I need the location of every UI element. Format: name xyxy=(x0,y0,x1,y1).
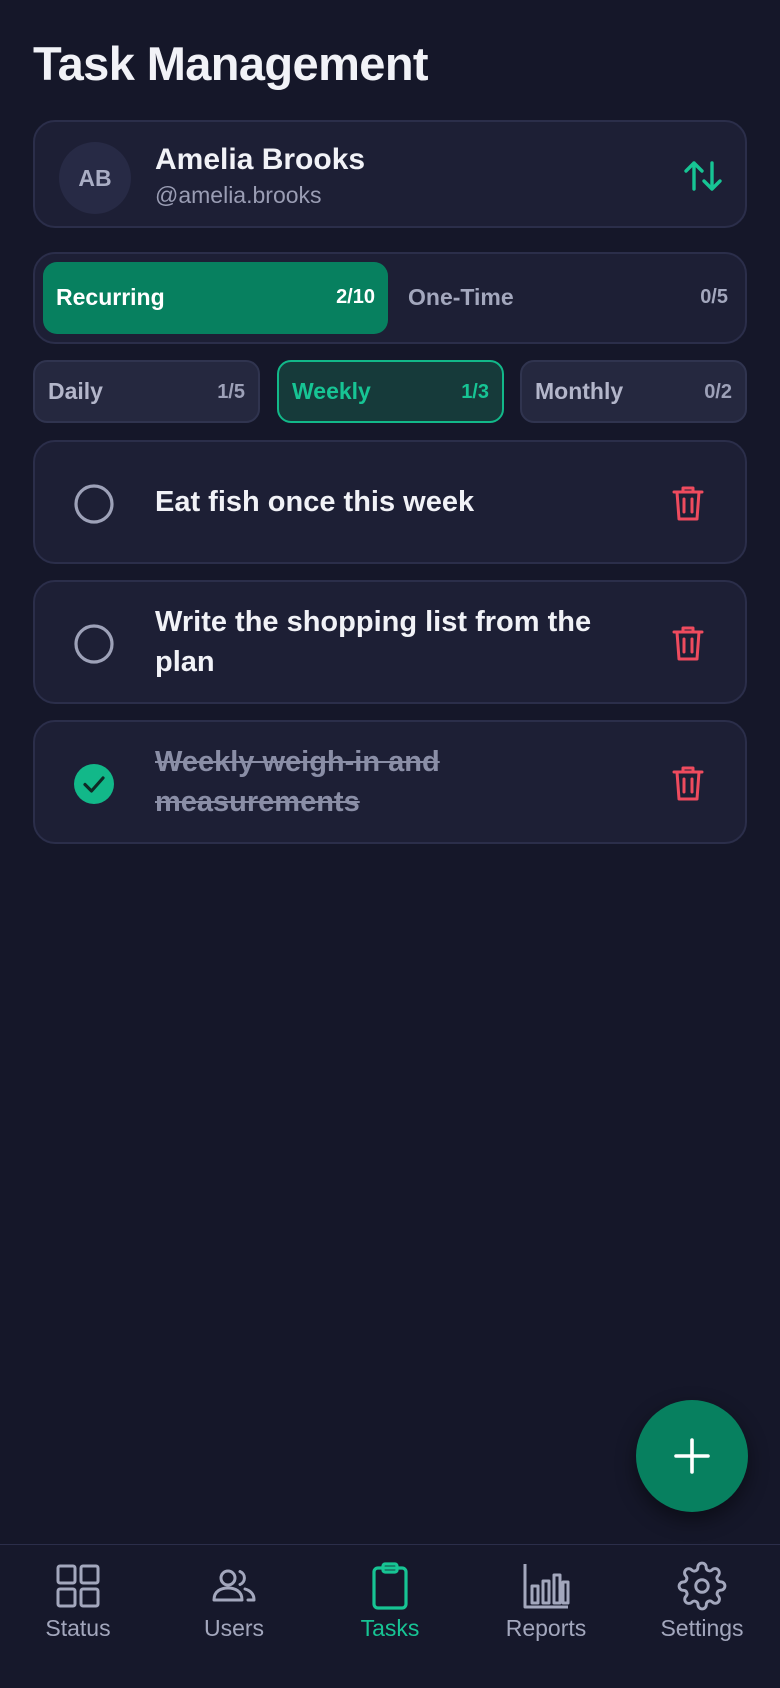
task-text: Weekly weigh-in and measurements xyxy=(155,746,440,818)
task-checkbox[interactable] xyxy=(73,623,115,665)
delete-task-button[interactable] xyxy=(671,624,705,662)
tab-one-time[interactable]: One-Time 0/5 xyxy=(395,262,741,334)
task-checkbox[interactable] xyxy=(73,763,115,805)
tab-monthly[interactable]: Monthly 0/2 xyxy=(520,360,747,423)
bar-chart-icon xyxy=(523,1564,570,1609)
nav-label: Tasks xyxy=(360,1615,420,1641)
trash-icon xyxy=(672,766,704,801)
nav-item-reports[interactable]: Reports xyxy=(468,1545,624,1688)
task-item: Weekly weigh-in and measurements xyxy=(33,720,747,844)
page-title: Task Management xyxy=(33,37,429,90)
task-text: Eat fish once this week xyxy=(155,486,475,518)
gear-icon xyxy=(677,1561,727,1611)
nav-label: Users xyxy=(203,1615,265,1641)
nav-item-settings[interactable]: Settings xyxy=(624,1545,780,1688)
plus-icon xyxy=(674,1438,710,1474)
task-checkbox[interactable] xyxy=(73,483,115,525)
task-text: Write the shopping list from the plan xyxy=(155,606,592,678)
empty-circle-icon xyxy=(74,624,114,664)
nav-label: Settings xyxy=(660,1615,744,1641)
task-item: Eat fish once this week xyxy=(33,440,747,564)
tab-label: One-Time xyxy=(408,284,514,310)
nav-label: Reports xyxy=(505,1615,587,1641)
tab-count: 0/2 xyxy=(704,381,732,403)
delete-task-button[interactable] xyxy=(671,484,705,522)
trash-icon xyxy=(672,486,704,521)
tab-weekly[interactable]: Weekly 1/3 xyxy=(277,360,504,423)
check-circle-icon xyxy=(74,764,114,804)
tab-label: Recurring xyxy=(56,284,165,310)
empty-circle-icon xyxy=(74,484,114,524)
avatar: AB xyxy=(59,142,131,214)
task-item: Write the shopping list from the plan xyxy=(33,580,747,704)
tab-label: Weekly xyxy=(292,378,371,404)
nav-item-users[interactable]: Users xyxy=(156,1545,312,1688)
nav-item-status[interactable]: Status xyxy=(0,1545,156,1688)
tab-count: 0/5 xyxy=(700,286,728,308)
task-type-tabs: Recurring 2/10 One-Time 0/5 xyxy=(33,252,747,344)
task-management-screen: Task Management AB Amelia Brooks @amelia… xyxy=(0,0,780,1688)
nav-label: Status xyxy=(45,1615,111,1641)
tab-count: 1/5 xyxy=(217,381,245,403)
nav-item-tasks[interactable]: Tasks xyxy=(312,1545,468,1688)
clipboard-icon xyxy=(372,1562,408,1610)
tab-label: Monthly xyxy=(535,378,624,404)
user-handle: @amelia.brooks xyxy=(155,182,322,208)
tab-count: 2/10 xyxy=(336,286,375,308)
add-task-button[interactable] xyxy=(636,1400,748,1512)
users-icon xyxy=(212,1569,256,1602)
grid-icon xyxy=(56,1564,100,1608)
tab-daily[interactable]: Daily 1/5 xyxy=(33,360,260,423)
tab-recurring[interactable]: Recurring 2/10 xyxy=(43,262,388,334)
sort-arrows-icon xyxy=(684,161,722,191)
delete-task-button[interactable] xyxy=(671,764,705,802)
trash-icon xyxy=(672,626,704,661)
switch-user-button[interactable] xyxy=(681,154,725,198)
tab-label: Daily xyxy=(48,378,103,404)
user-card: AB Amelia Brooks @amelia.brooks xyxy=(33,120,747,228)
tab-count: 1/3 xyxy=(461,381,489,403)
bottom-nav: Status Users Tasks Reports Settings xyxy=(0,1544,780,1688)
user-name: Amelia Brooks xyxy=(155,143,366,176)
